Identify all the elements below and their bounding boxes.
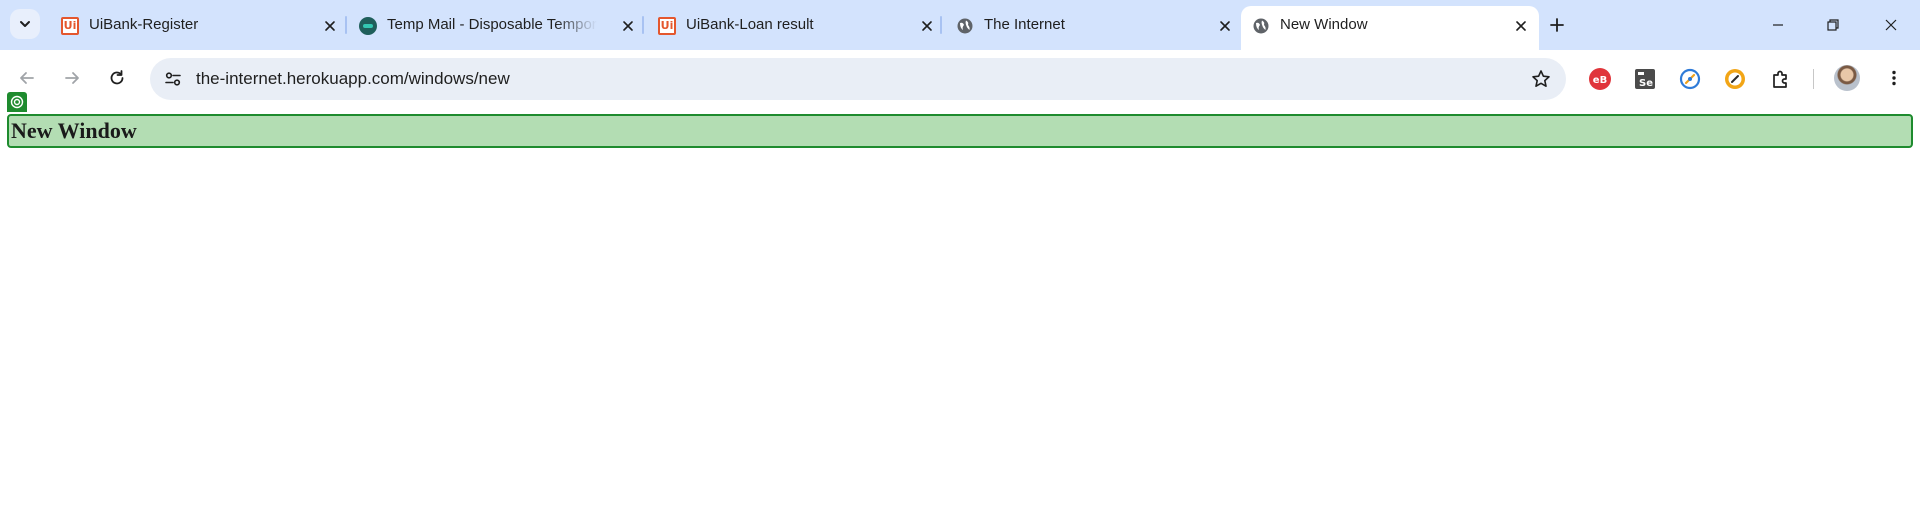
highlighted-heading-container: New Window xyxy=(7,114,1913,148)
close-tab-icon[interactable] xyxy=(1511,16,1531,36)
restore-button[interactable] xyxy=(1820,12,1846,38)
close-icon xyxy=(1885,19,1897,31)
tab-title: New Window xyxy=(1280,16,1368,33)
new-tab-button[interactable] xyxy=(1545,13,1569,37)
site-info-button[interactable] xyxy=(158,64,188,94)
tab-new-window[interactable]: New Window xyxy=(1241,6,1539,50)
page-heading: New Window xyxy=(11,118,137,143)
tab-uibank-register[interactable]: Ui UiBank-Register xyxy=(50,6,348,44)
speedometer-orange-icon[interactable] xyxy=(1722,66,1748,92)
tab-title: UiBank-Loan result xyxy=(686,16,814,33)
svg-text:eB: eB xyxy=(1593,75,1607,86)
close-tab-icon[interactable] xyxy=(917,16,937,36)
globe-icon xyxy=(955,16,975,36)
tab-search-button[interactable] xyxy=(10,9,40,39)
tab-separator xyxy=(642,16,644,34)
element-highlight-marker xyxy=(7,92,27,112)
more-vertical-icon xyxy=(1892,70,1896,86)
back-arrow-icon xyxy=(20,72,34,84)
tune-icon xyxy=(165,72,181,86)
uibank-logo-icon: Ui xyxy=(657,16,677,36)
forward-arrow-icon xyxy=(65,72,79,84)
plus-icon xyxy=(1550,18,1564,32)
url-text[interactable]: the-internet.herokuapp.com/windows/new xyxy=(196,58,510,100)
address-bar[interactable]: the-internet.herokuapp.com/windows/new xyxy=(150,58,1566,100)
reload-button[interactable] xyxy=(102,63,132,93)
speedometer-blue-icon[interactable] xyxy=(1677,66,1703,92)
star-icon xyxy=(1532,70,1550,87)
tab-title: UiBank-Register xyxy=(89,16,199,33)
tab-the-internet[interactable]: The Internet xyxy=(945,6,1243,44)
chevron-down-icon xyxy=(20,21,30,27)
minimize-icon xyxy=(1773,24,1783,26)
profile-avatar[interactable] xyxy=(1834,65,1860,91)
reload-icon xyxy=(110,70,124,85)
tab-strip: Ui UiBank-Register Temp Mail - Disposabl… xyxy=(0,0,1920,50)
toolbar-separator xyxy=(1813,69,1814,89)
tab-title: Temp Mail - Disposable Temporary Email xyxy=(387,16,597,33)
bookmark-star-button[interactable] xyxy=(1530,68,1552,90)
browser-menu-button[interactable] xyxy=(1879,63,1909,93)
tab-uibank-loan-result[interactable]: Ui UiBank-Loan result xyxy=(647,6,945,44)
close-tab-icon[interactable] xyxy=(1215,16,1235,36)
close-tab-icon[interactable] xyxy=(618,16,638,36)
puzzle-icon[interactable] xyxy=(1768,66,1794,92)
browser-toolbar: the-internet.herokuapp.com/windows/new e… xyxy=(0,50,1920,106)
tab-separator xyxy=(940,16,942,34)
tab-temp-mail[interactable]: Temp Mail - Disposable Temporary Email xyxy=(348,6,646,44)
restore-icon xyxy=(1827,19,1839,31)
close-window-button[interactable] xyxy=(1878,12,1904,38)
svg-text:Se: Se xyxy=(1639,78,1653,89)
tab-title: The Internet xyxy=(984,16,1065,33)
tab-separator xyxy=(345,16,347,34)
back-button[interactable] xyxy=(12,63,42,93)
target-icon xyxy=(10,95,24,109)
close-tab-icon[interactable] xyxy=(320,16,340,36)
globe-icon xyxy=(1251,16,1271,36)
forward-button[interactable] xyxy=(57,63,87,93)
minimize-button[interactable] xyxy=(1765,12,1791,38)
uibank-logo-icon: Ui xyxy=(60,16,80,36)
tempmail-logo-icon xyxy=(358,16,378,36)
selenium-ide-icon[interactable]: Se xyxy=(1632,66,1658,92)
bitwarden-extension-icon[interactable]: eB xyxy=(1587,66,1613,92)
